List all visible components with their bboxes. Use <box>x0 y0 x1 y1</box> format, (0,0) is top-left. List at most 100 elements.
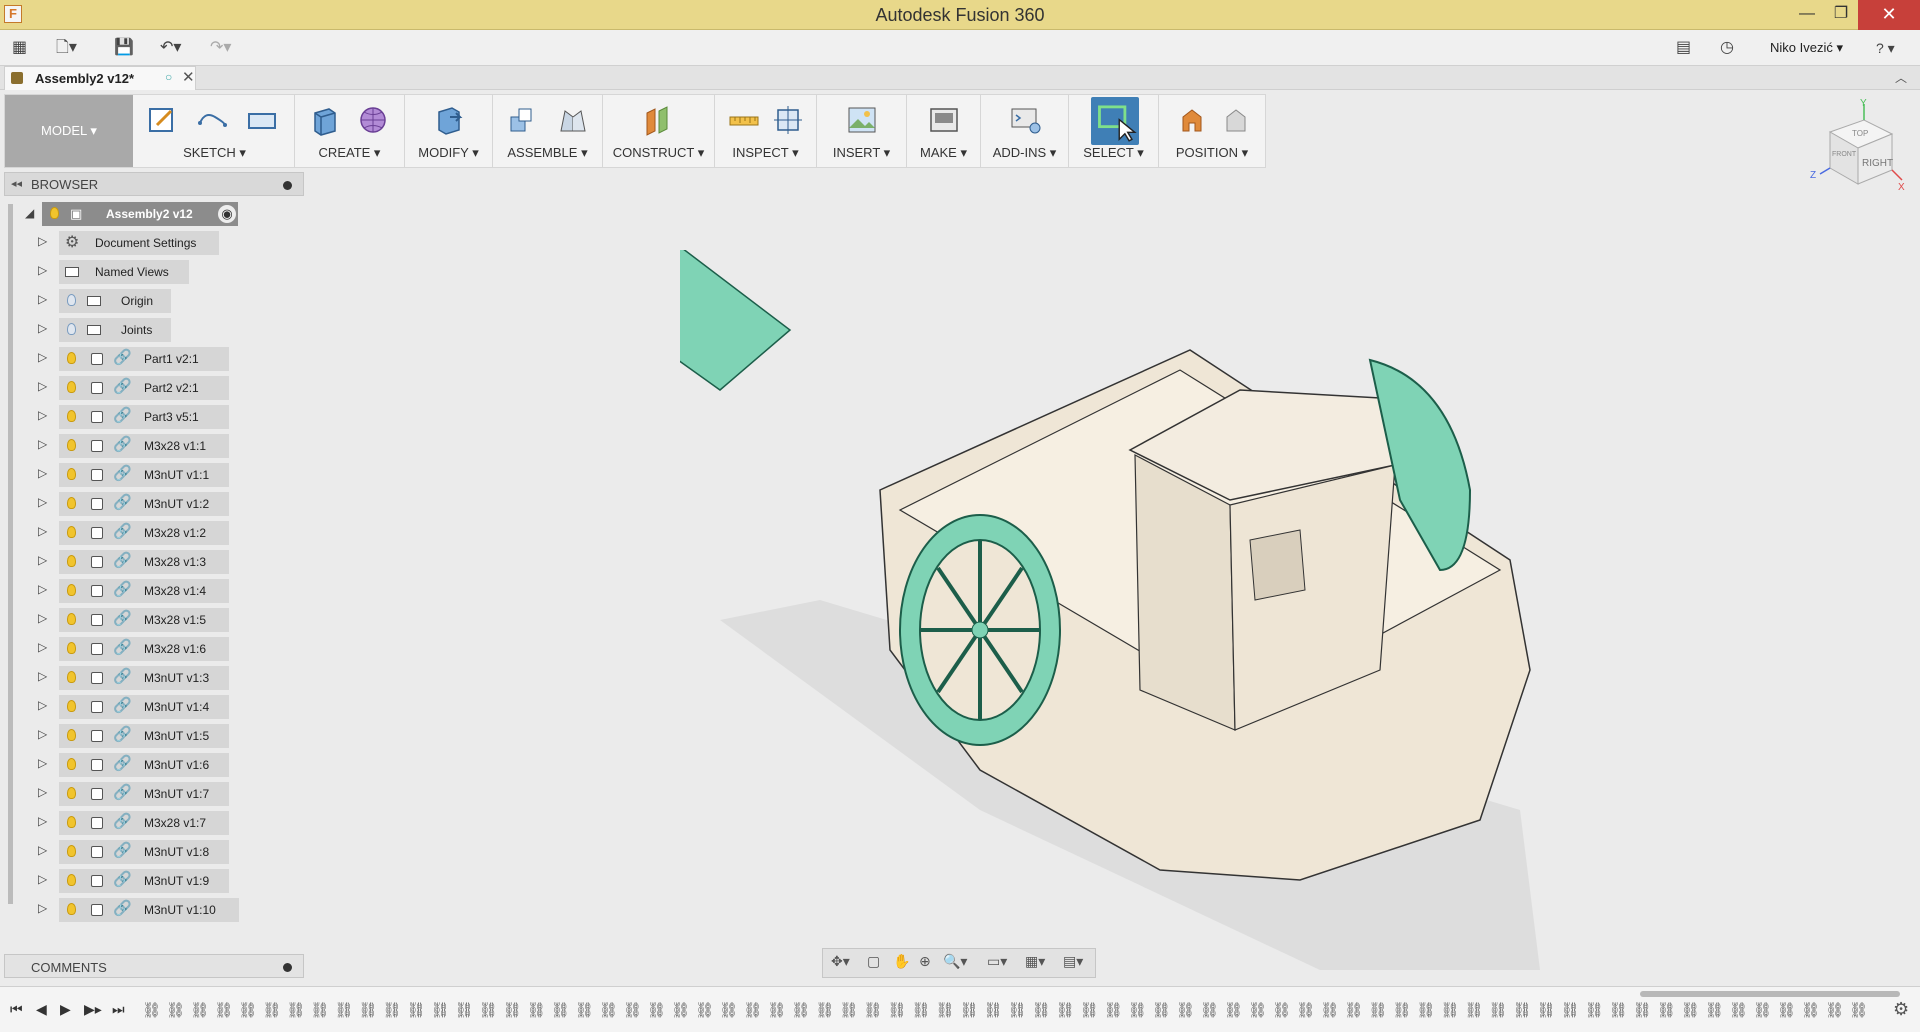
tree-item[interactable]: ▷ 🔗 M3x28 v1:6 <box>4 637 304 661</box>
tree-expand-arrow-icon[interactable]: ▷ <box>38 553 47 567</box>
data-panel-grid-icon[interactable]: ▦ <box>12 36 27 60</box>
tree-expand-arrow-icon[interactable]: ▷ <box>38 756 47 770</box>
tree-item-chip[interactable]: 🔗 M3nUT v1:7 <box>59 782 229 806</box>
tree-item-chip[interactable]: 🔗 M3nUT v1:6 <box>59 753 229 777</box>
pan-icon[interactable]: ✋ <box>893 953 910 970</box>
tree-item[interactable]: ▷ 🔗 M3x28 v1:4 <box>4 579 304 603</box>
undo-icon[interactable]: ↶▾ <box>160 36 181 60</box>
tree-expand-arrow-icon[interactable]: ▷ <box>38 466 47 480</box>
timeline-scrollbar[interactable] <box>1640 991 1900 997</box>
tree-expand-arrow-icon[interactable]: ◢ <box>25 206 34 220</box>
visibility-bulb-icon[interactable] <box>67 787 76 799</box>
tree-item-chip[interactable]: 🔗 M3nUT v1:8 <box>59 840 229 864</box>
tree-item-chip[interactable]: 🔗 Part2 v2:1 <box>59 376 229 400</box>
tree-item-chip[interactable]: 🔗 M3nUT v1:5 <box>59 724 229 748</box>
orbit-icon[interactable]: ✥▾ <box>831 953 850 970</box>
tree-expand-arrow-icon[interactable]: ▷ <box>38 727 47 741</box>
tree-item[interactable]: ▷ ⚙ Document Settings <box>4 231 304 255</box>
sketch-menu[interactable]: SKETCH ▾ <box>135 145 294 161</box>
tree-item-chip[interactable]: 🔗 Part1 v2:1 <box>59 347 229 371</box>
3d-print-icon[interactable] <box>927 103 961 137</box>
tree-item-chip[interactable]: 🔗 M3x28 v1:2 <box>59 521 229 545</box>
activate-component-icon[interactable]: ◉ <box>218 205 236 223</box>
play-icon[interactable]: ▶ <box>60 1001 71 1018</box>
joint-icon[interactable] <box>555 103 589 137</box>
user-account-menu[interactable]: Niko Ivezić ▾ <box>1770 40 1843 56</box>
step-back-icon[interactable]: ◀ <box>36 1001 47 1018</box>
visibility-bulb-icon[interactable] <box>67 758 76 770</box>
extrude-icon[interactable] <box>307 103 341 137</box>
go-to-start-icon[interactable]: ⏮ <box>10 1001 23 1018</box>
visibility-bulb-icon[interactable] <box>67 845 76 857</box>
job-status-icon[interactable]: ◷ <box>1720 36 1734 60</box>
tree-item-chip[interactable]: 🔗 M3x28 v1:1 <box>59 434 229 458</box>
visibility-bulb-icon[interactable] <box>67 671 76 683</box>
visibility-bulb-icon[interactable] <box>67 816 76 828</box>
addins-menu[interactable]: ADD-INS ▾ <box>981 145 1068 161</box>
tree-expand-arrow-icon[interactable]: ▷ <box>38 437 47 451</box>
tree-expand-arrow-icon[interactable]: ▷ <box>38 408 47 422</box>
capture-position-icon[interactable] <box>1175 103 1209 137</box>
tree-item-chip[interactable]: 🔗 M3x28 v1:7 <box>59 811 229 835</box>
viewcube-top-face[interactable]: TOP <box>1852 129 1868 138</box>
offset-plane-icon[interactable] <box>641 103 675 137</box>
measure-icon[interactable] <box>727 103 761 137</box>
construct-menu[interactable]: CONSTRUCT ▾ <box>603 145 714 161</box>
visibility-bulb-icon[interactable] <box>50 207 59 219</box>
add-comment-icon[interactable] <box>283 963 292 972</box>
tree-item[interactable]: ▷ 🔗 M3nUT v1:6 <box>4 753 304 777</box>
tree-expand-arrow-icon[interactable]: ▷ <box>38 814 47 828</box>
display-settings-icon[interactable]: ▭▾ <box>987 953 1007 970</box>
tree-item-chip[interactable]: 🔗 M3x28 v1:5 <box>59 608 229 632</box>
visibility-bulb-icon[interactable] <box>67 874 76 886</box>
tree-item[interactable]: ▷ 🔗 M3nUT v1:5 <box>4 724 304 748</box>
tree-item[interactable]: ▷ 🔗 M3x28 v1:2 <box>4 521 304 545</box>
notifications-icon[interactable]: ▤ <box>1676 36 1691 60</box>
create-menu[interactable]: CREATE ▾ <box>295 145 404 161</box>
timeline-feature-icons[interactable]: ⛓⛓⛓⛓⛓⛓⛓⛓⛓⛓⛓⛓⛓⛓⛓⛓⛓⛓⛓⛓⛓⛓⛓⛓⛓⛓⛓⛓⛓⛓⛓⛓⛓⛓⛓⛓⛓⛓⛓⛓… <box>142 1001 1872 1023</box>
tree-expand-arrow-icon[interactable]: ▷ <box>38 582 47 596</box>
tree-item-chip[interactable]: 🔗 M3nUT v1:10 <box>59 898 239 922</box>
select-tool-icon[interactable] <box>1091 97 1139 145</box>
chevron-up-icon[interactable]: ︿ <box>1895 69 1907 86</box>
redo-icon[interactable]: ↷▾ <box>210 36 231 60</box>
form-icon[interactable] <box>357 103 391 137</box>
visibility-bulb-icon[interactable] <box>67 903 76 915</box>
tree-item[interactable]: ▷ 🔗 M3nUT v1:7 <box>4 782 304 806</box>
tree-expand-arrow-icon[interactable]: ▷ <box>38 495 47 509</box>
visibility-bulb-icon[interactable] <box>67 439 76 451</box>
tree-expand-arrow-icon[interactable]: ▷ <box>38 524 47 538</box>
insert-image-icon[interactable] <box>845 103 879 137</box>
visibility-bulb-icon[interactable] <box>67 729 76 741</box>
collapse-panel-icon[interactable]: ◂◂ <box>11 177 22 190</box>
modify-menu[interactable]: MODIFY ▾ <box>405 145 492 161</box>
file-menu-icon[interactable]: 🗋▾ <box>56 36 77 60</box>
tree-item-chip[interactable]: ⚙ Document Settings <box>59 231 219 255</box>
tree-item[interactable]: ▷ Joints <box>4 318 304 342</box>
tree-item-chip[interactable]: Named Views <box>59 260 189 284</box>
create-sketch-icon[interactable] <box>145 103 179 137</box>
help-menu[interactable]: ? ▾ <box>1876 36 1895 60</box>
line-tool-icon[interactable] <box>195 103 229 137</box>
tree-item-chip[interactable]: 🔗 M3nUT v1:2 <box>59 492 229 516</box>
comments-panel[interactable]: COMMENTS <box>4 954 304 978</box>
visibility-bulb-icon[interactable] <box>67 613 76 625</box>
paddle-boat-model[interactable] <box>680 250 1560 990</box>
visibility-bulb-icon[interactable] <box>67 352 76 364</box>
tree-item-chip[interactable]: Joints <box>59 318 171 342</box>
tree-item[interactable]: ▷ 🔗 Part3 v5:1 <box>4 405 304 429</box>
tree-expand-arrow-icon[interactable]: ▷ <box>38 843 47 857</box>
tree-item[interactable]: ▷ Origin <box>4 289 304 313</box>
tree-item-chip[interactable]: 🔗 M3nUT v1:9 <box>59 869 229 893</box>
select-menu[interactable]: SELECT ▾ <box>1069 145 1158 161</box>
close-window-button[interactable]: ✕ <box>1858 0 1920 30</box>
viewcube-front-face[interactable]: FRONT <box>1832 151 1857 158</box>
visibility-bulb-icon[interactable] <box>67 497 76 509</box>
tree-item[interactable]: ▷ 🔗 M3nUT v1:2 <box>4 492 304 516</box>
tree-item-chip[interactable]: 🔗 M3nUT v1:4 <box>59 695 229 719</box>
inspect-menu[interactable]: INSPECT ▾ <box>715 145 816 161</box>
tree-item-chip[interactable]: 🔗 M3x28 v1:6 <box>59 637 229 661</box>
tree-item[interactable]: ▷ 🔗 M3x28 v1:1 <box>4 434 304 458</box>
tree-expand-arrow-icon[interactable]: ▷ <box>38 669 47 683</box>
visibility-bulb-icon[interactable] <box>67 294 76 306</box>
